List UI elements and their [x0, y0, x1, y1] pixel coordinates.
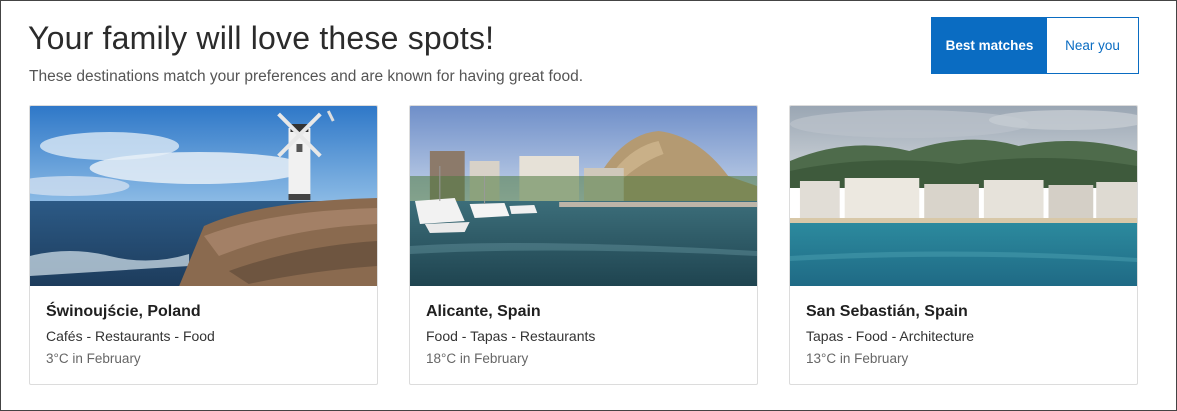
destination-card-san-sebastian[interactable]: San Sebastián, Spain Tapas - Food - Arch…: [789, 105, 1138, 385]
destination-image: [410, 106, 757, 286]
destination-name: San Sebastián, Spain: [806, 303, 968, 320]
destination-name: Alicante, Spain: [426, 303, 541, 320]
destination-tags: Food - Tapas - Restaurants: [426, 328, 596, 344]
page-subtitle: These destinations match your preference…: [29, 68, 584, 85]
near-you-button[interactable]: Near you: [1047, 18, 1138, 73]
destination-temperature: 3°C in February: [46, 351, 141, 366]
destination-tags: Cafés - Restaurants - Food: [46, 328, 215, 344]
results-sort-toggle: Best matches Near you: [931, 17, 1139, 74]
destination-card-alicante[interactable]: Alicante, Spain Food - Tapas - Restauran…: [409, 105, 758, 385]
destination-temperature: 18°C in February: [426, 351, 529, 366]
destination-image: [790, 106, 1137, 286]
destination-image: [30, 106, 377, 286]
destination-card-swinoujscie[interactable]: Świnoujście, Poland Cafés - Restaurants …: [29, 105, 378, 385]
best-matches-button[interactable]: Best matches: [932, 18, 1047, 73]
destination-tags: Tapas - Food - Architecture: [806, 328, 975, 344]
destination-temperature: 13°C in February: [806, 351, 909, 366]
page-title: Your family will love these spots!: [28, 20, 495, 56]
destination-name: Świnoujście, Poland: [46, 303, 201, 320]
